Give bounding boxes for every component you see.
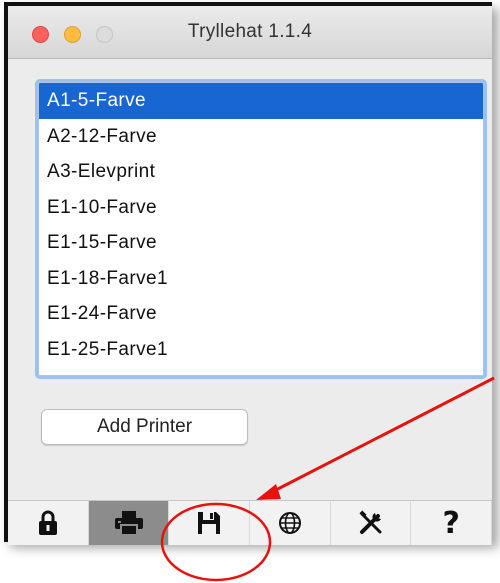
printer-list-item[interactable]: E1-25-Farve1	[39, 332, 483, 368]
window-title: Tryllehat 1.1.4	[187, 21, 313, 42]
printer-list-item[interactable]: E1-10-Farve	[39, 190, 483, 226]
printer-list-item[interactable]: E1-24-Farve	[39, 296, 483, 332]
tab-tools[interactable]	[331, 501, 412, 545]
help-icon: ?	[442, 505, 460, 541]
tools-icon	[358, 510, 382, 534]
printer-list-item[interactable]: E1-18-Farve1	[39, 261, 483, 297]
lock-icon	[38, 510, 57, 535]
add-printer-button[interactable]: Add Printer	[41, 409, 248, 445]
save-icon	[198, 512, 221, 534]
tab-help[interactable]: ?	[411, 501, 493, 545]
title-bar: Tryllehat 1.1.4	[8, 6, 492, 59]
printer-list[interactable]: A1-5-Farve A2-12-Farve A3-Elevprint E1-1…	[38, 82, 484, 376]
tab-network[interactable]	[250, 501, 331, 545]
printer-list-item[interactable]: A3-Elevprint	[39, 154, 483, 190]
tab-save[interactable]	[169, 501, 251, 545]
printer-list-item[interactable]: A2-12-Farve	[39, 119, 483, 155]
tab-printers[interactable]	[88, 501, 170, 545]
printer-list-item[interactable]: A1-5-Farve	[39, 83, 483, 119]
printer-list-item[interactable]: E1-15-Farve	[39, 225, 483, 261]
printer-icon	[114, 511, 143, 536]
globe-icon	[278, 512, 301, 534]
bottom-toolbar: ?	[8, 500, 493, 545]
tab-lock[interactable]	[8, 501, 89, 545]
app-window: Tryllehat 1.1.4 A1-5-Farve A2-12-Farve A…	[4, 2, 493, 545]
